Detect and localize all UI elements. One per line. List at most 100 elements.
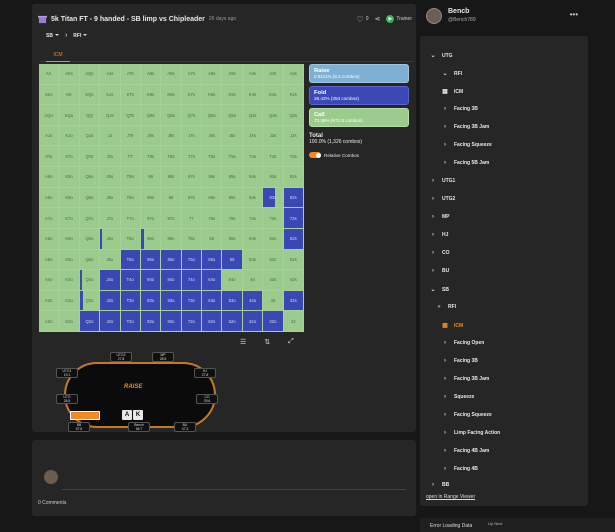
hand-cell[interactable]: 52o (222, 311, 243, 332)
hand-cell[interactable]: K9o (59, 167, 80, 188)
hand-cell[interactable]: 95o (140, 249, 162, 271)
hand-cell[interactable]: A4o (39, 270, 60, 291)
tree-item[interactable]: › Facing 4B (442, 466, 478, 472)
hand-cell[interactable]: Q6o (79, 228, 101, 250)
hand-cell[interactable]: 52s (283, 249, 304, 271)
sort-icon[interactable]: ⇅ (264, 338, 270, 346)
hand-cell[interactable]: 42o (242, 311, 264, 332)
tree-item[interactable]: › Limp Facing Action (442, 430, 500, 436)
hand-cell[interactable]: 63o (202, 290, 223, 312)
hand-cell[interactable]: J3s (263, 125, 284, 147)
hand-cell[interactable]: 44 (242, 270, 264, 291)
hand-cell[interactable]: J2s (283, 125, 304, 147)
hand-cell[interactable]: A6o (39, 228, 60, 250)
hand-cell[interactable]: Q2o (79, 311, 101, 332)
tree-item[interactable]: ▦ ICM (442, 322, 463, 330)
hand-cell[interactable]: KJs (100, 84, 121, 106)
hand-cell[interactable]: 85s (222, 187, 243, 209)
hand-cell[interactable]: AQs (79, 64, 101, 85)
hand-cell[interactable]: T4o (120, 270, 141, 291)
hand-cell[interactable]: 54s (242, 249, 264, 271)
seat-utg2[interactable]: UTG2 27.8 (110, 352, 132, 362)
hand-cell[interactable]: 75s (222, 208, 243, 229)
share-icon[interactable]: ⋖ (374, 15, 380, 23)
hand-cell[interactable]: J7o (100, 208, 121, 229)
hand-cell[interactable]: 93o (140, 290, 162, 312)
hand-cell[interactable]: QJs (100, 105, 121, 126)
hand-cell[interactable]: 86o (161, 228, 182, 250)
seat-bb[interactable]: BB 57.6 (68, 422, 90, 432)
hand-cell[interactable]: K8s (161, 84, 182, 106)
hand-cell[interactable]: K3s (263, 84, 284, 106)
seat-bu[interactable]: BU 47.3 (174, 422, 196, 432)
hand-cell[interactable]: 95s (222, 167, 243, 188)
seat-hj[interactable]: HJ 27.8 (194, 368, 216, 378)
tree-item[interactable]: ⌄ SB (430, 286, 448, 294)
tree-item[interactable]: › BU (430, 268, 449, 274)
hand-cell[interactable]: Q3o (79, 290, 101, 312)
hand-cell[interactable]: J9s (140, 125, 162, 147)
hand-cell[interactable]: A5s (222, 64, 243, 85)
hand-cell[interactable]: 55 (222, 249, 243, 271)
tree-item[interactable]: › Squeeze (442, 394, 474, 400)
trainer-button[interactable]: ▶ Trainer (386, 15, 412, 23)
hand-cell[interactable]: KQs (79, 84, 101, 106)
hand-cell[interactable]: 43s (263, 270, 284, 291)
hand-cell[interactable]: 84s (242, 187, 264, 209)
hand-cell[interactable]: A9o (39, 167, 60, 188)
hand-cell[interactable]: T5s (222, 146, 243, 168)
hand-cell[interactable]: A4s (242, 64, 264, 85)
tree-item[interactable]: › Facing 3B Jam (442, 376, 489, 382)
tree-item[interactable]: › Facing 4B Jam (442, 448, 489, 454)
hand-cell[interactable]: 76s (202, 208, 223, 229)
hand-cell[interactable]: 96o (140, 228, 162, 250)
avatar[interactable] (426, 8, 442, 24)
seat-utg1[interactable]: UTG1 19.1 (56, 368, 78, 378)
hand-cell[interactable]: 53s (263, 249, 284, 271)
hand-cell[interactable]: K2s (283, 84, 304, 106)
hand-cell[interactable]: Q2s (283, 105, 304, 126)
list-icon[interactable]: ☰ (240, 338, 246, 346)
hand-cell[interactable]: 73o (181, 290, 203, 312)
hand-cell[interactable]: K4s (242, 84, 264, 106)
hand-cell[interactable]: Q7s (181, 105, 203, 126)
hand-cell[interactable]: KTo (59, 146, 80, 168)
hand-cell[interactable]: J3o (100, 290, 121, 312)
hand-cell[interactable]: JTs (120, 125, 141, 147)
tab-icm[interactable]: ICM (46, 50, 70, 62)
tree-item[interactable]: ▦ ICM (442, 88, 463, 96)
hand-cell[interactable]: Q9o (79, 167, 101, 188)
hand-cell[interactable]: K7o (59, 208, 80, 229)
hand-cell[interactable]: KQo (59, 105, 80, 126)
hand-cell[interactable]: 63s (263, 228, 284, 250)
hand-cell[interactable]: 94o (140, 270, 162, 291)
hand-cell[interactable]: A9s (140, 64, 162, 85)
hand-cell[interactable]: T9o (120, 167, 141, 188)
hand-cell[interactable]: K4o (59, 270, 80, 291)
hand-cell[interactable]: 66 (202, 228, 223, 250)
hand-cell[interactable]: A7s (181, 64, 203, 85)
hand-cell[interactable]: 73s (263, 208, 284, 229)
hand-cell[interactable]: Q5s (222, 105, 243, 126)
hand-cell[interactable]: 97s (181, 167, 203, 188)
hand-cell[interactable]: Q6s (202, 105, 223, 126)
hand-cell[interactable]: AKs (59, 64, 80, 85)
hand-cell[interactable]: Q9s (140, 105, 162, 126)
hand-cell[interactable]: ATo (39, 146, 60, 168)
hand-cell[interactable]: T6o (120, 228, 141, 250)
position-select[interactable]: SB (46, 33, 59, 39)
comment-input[interactable] (62, 468, 406, 490)
hand-cell[interactable]: 32o (263, 311, 284, 332)
hand-cell[interactable]: KJo (59, 125, 80, 147)
hand-cell[interactable]: K7s (181, 84, 203, 106)
tree-item[interactable]: › BB (430, 482, 449, 488)
legend-fold[interactable]: Fold 26.42% (353 combos) (309, 86, 409, 105)
hand-cell[interactable]: ATs (120, 64, 141, 85)
hand-cell[interactable]: K8o (59, 187, 80, 209)
hand-cell[interactable]: Q5o (79, 249, 101, 271)
hand-cell[interactable]: T3o (120, 290, 141, 312)
hand-cell[interactable]: Q7o (79, 208, 101, 229)
hand-cell[interactable]: 87s (181, 187, 203, 209)
hand-cell[interactable]: 83s (263, 187, 284, 209)
hand-cell[interactable]: 96s (202, 167, 223, 188)
